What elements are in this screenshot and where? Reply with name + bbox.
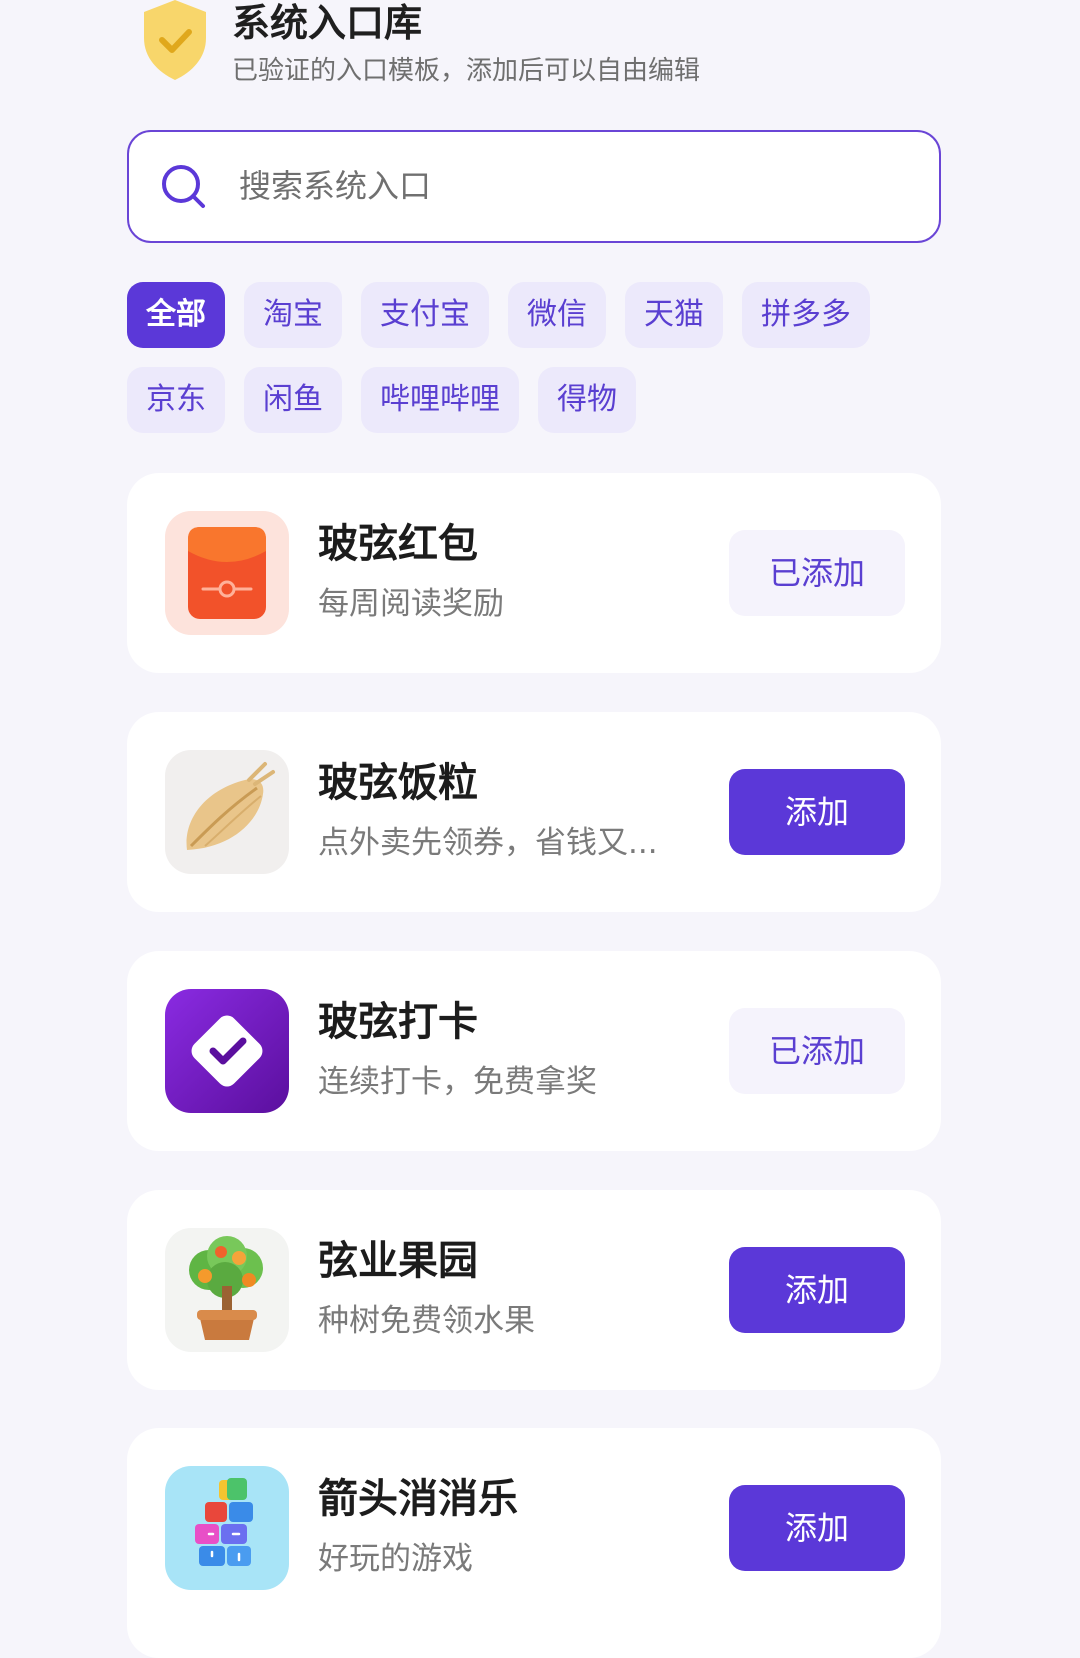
chip-jd[interactable]: 京东: [127, 367, 225, 433]
chip-taobao[interactable]: 淘宝: [244, 282, 342, 348]
search-box[interactable]: [127, 130, 941, 243]
chip-alipay[interactable]: 支付宝: [361, 282, 489, 348]
page-header: 系统入口库 已验证的入口模板，添加后可以自由编辑: [142, 0, 942, 100]
entry-title: 玻弦打卡: [318, 999, 478, 1045]
entry-title: 箭头消消乐: [318, 1476, 518, 1522]
entry-card: 箭头消消乐 好玩的游戏 添加: [127, 1428, 941, 1658]
entry-title: 玻弦红包: [318, 521, 478, 567]
entry-title: 玻弦饭粒: [318, 760, 478, 806]
shield-check-icon: [144, 0, 206, 80]
added-button[interactable]: 已添加: [729, 1008, 905, 1094]
page-title: 系统入口库: [232, 1, 423, 45]
add-button[interactable]: 添加: [729, 1485, 905, 1571]
entry-card: 玻弦打卡 连续打卡，免费拿奖 已添加: [127, 951, 941, 1151]
added-button[interactable]: 已添加: [729, 530, 905, 616]
entry-card: 弦业果园 种树免费领水果 添加: [127, 1190, 941, 1390]
entry-description: 每周阅读奖励: [318, 586, 504, 622]
chip-pinduoduo[interactable]: 拼多多: [742, 282, 870, 348]
add-button[interactable]: 添加: [729, 1247, 905, 1333]
red-envelope-icon: [165, 511, 289, 635]
search-icon: [162, 165, 205, 208]
search-input[interactable]: [239, 154, 899, 218]
category-filter-row-2: 京东 闲鱼 哔哩哔哩 得物: [127, 367, 636, 433]
entry-card: 玻弦饭粒 点外卖先领券，省钱又... 添加: [127, 712, 941, 912]
category-filter-row-1: 全部 淘宝 支付宝 微信 天猫 拼多多: [127, 282, 870, 348]
chip-wechat[interactable]: 微信: [508, 282, 606, 348]
check-in-icon: [165, 989, 289, 1113]
fruit-tree-icon: [165, 1228, 289, 1352]
chip-dewu[interactable]: 得物: [538, 367, 636, 433]
entry-description: 连续打卡，免费拿奖: [318, 1064, 597, 1100]
chip-all[interactable]: 全部: [127, 282, 225, 348]
entry-description: 点外卖先领券，省钱又...: [318, 825, 658, 861]
rice-grain-icon: [165, 750, 289, 874]
entry-card: 玻弦红包 每周阅读奖励 已添加: [127, 473, 941, 673]
entry-title: 弦业果园: [318, 1238, 478, 1284]
page-subtitle: 已验证的入口模板，添加后可以自由编辑: [232, 56, 701, 86]
entry-description: 好玩的游戏: [318, 1541, 473, 1577]
chip-bilibili[interactable]: 哔哩哔哩: [361, 367, 519, 433]
chip-xianyu[interactable]: 闲鱼: [244, 367, 342, 433]
add-button[interactable]: 添加: [729, 769, 905, 855]
chip-tmall[interactable]: 天猫: [625, 282, 723, 348]
arrow-puzzle-icon: [165, 1466, 289, 1590]
entry-description: 种树免费领水果: [318, 1303, 535, 1339]
